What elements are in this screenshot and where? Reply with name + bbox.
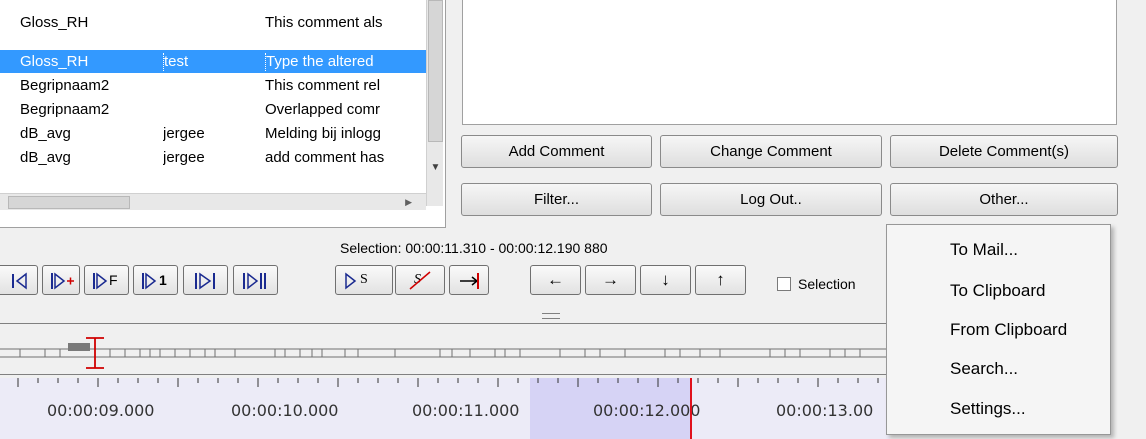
table-vertical-scrollbar[interactable]: ▼ (426, 0, 443, 206)
table-horizontal-scrollbar[interactable]: ▶ (0, 193, 426, 210)
comment-cell: Melding bij inlogg (265, 125, 381, 142)
step-back-icon (51, 272, 74, 290)
segment-track-graphic (0, 337, 890, 369)
selection-cursor-icon (86, 337, 104, 369)
table-row-selected[interactable]: Gloss_RH test Type the altered (0, 50, 426, 73)
selection-end-button[interactable] (449, 265, 489, 295)
time-ruler[interactable]: 00:00:09.000 00:00:10.000 00:00:11.000 0… (0, 378, 890, 439)
selection-time-label: Selection: 00:00:11.310 - 00:00:12.190 8… (340, 240, 608, 256)
annotator-cell: jergee (163, 149, 205, 166)
tier-cell: dB_avg (20, 149, 71, 166)
horizontal-scroll-thumb[interactable] (8, 196, 130, 209)
playhead-marker[interactable] (690, 378, 692, 439)
current-segment-block (68, 343, 90, 351)
log-out-button[interactable]: Log Out.. (660, 183, 882, 216)
comment-cell: This comment als (265, 14, 383, 31)
ruler-ticks (17, 378, 879, 387)
tier-cell: Gloss_RH (20, 14, 89, 31)
panel-edge (1124, 0, 1146, 228)
tier-cell: Begripnaam2 (20, 101, 110, 118)
clear-selection-icon (409, 271, 431, 290)
annotator-cell: test (163, 53, 259, 71)
annotator-cell: jergee (163, 125, 205, 142)
next-boundary-button[interactable] (183, 265, 228, 295)
add-comment-button[interactable]: Add Comment (461, 135, 652, 168)
comment-cell: add comment has (265, 149, 385, 166)
tier-cell: dB_avg (20, 125, 71, 142)
other-button[interactable]: Other... (890, 183, 1118, 216)
menu-item-settings[interactable]: Settings... (950, 393, 1026, 425)
scroll-down-arrow-icon[interactable]: ▼ (427, 160, 444, 176)
annotation-track[interactable] (0, 323, 890, 375)
frame-back-button[interactable]: F (84, 265, 129, 295)
play-pause-button[interactable] (233, 265, 278, 295)
comment-cell: This comment rel (265, 77, 381, 94)
clear-selection-button[interactable]: S (395, 265, 445, 295)
go-to-begin-icon (12, 272, 27, 290)
comment-text-area[interactable] (462, 0, 1117, 125)
selection-s-label: S (360, 272, 368, 287)
selection-start-button[interactable]: S (335, 265, 393, 295)
second-back-button[interactable]: 1 (133, 265, 178, 295)
vertical-scroll-thumb[interactable] (428, 0, 443, 142)
other-popup-menu: To Mail... To Clipboard From Clipboard S… (886, 224, 1111, 435)
next-boundary-icon (195, 272, 215, 290)
table-row[interactable]: Gloss_RH This comment als (0, 11, 426, 34)
tier-cell: Gloss_RH (20, 53, 89, 70)
comment-cell: Overlapped comr (265, 101, 381, 118)
selection-mode-label: Selection (798, 276, 856, 292)
tier-cell: Begripnaam2 (20, 77, 110, 94)
second-back-icon (142, 272, 157, 290)
time-label: 00:00:11.000 (412, 401, 520, 420)
second-label: 1 (159, 272, 167, 288)
table-row[interactable]: dB_avg jergee Melding bij inlogg (0, 122, 426, 145)
change-comment-button[interactable]: Change Comment (660, 135, 882, 168)
arrow-right-button[interactable]: → (585, 265, 636, 295)
time-label: 00:00:12.000 (593, 401, 701, 420)
time-label: 00:00:13.00 (776, 401, 874, 420)
filter-button[interactable]: Filter... (461, 183, 652, 216)
go-to-begin-button[interactable] (0, 265, 38, 295)
frame-back-icon (93, 272, 108, 290)
frame-label: F (109, 272, 118, 288)
menu-item-to-mail[interactable]: To Mail... (950, 234, 1018, 266)
selection-mode-checkbox[interactable] (777, 277, 791, 291)
time-label: 00:00:09.000 (47, 401, 155, 420)
comment-cell: Type the altered (265, 53, 413, 71)
menu-item-to-clipboard[interactable]: To Clipboard (950, 275, 1045, 307)
time-label: 00:00:10.000 (231, 401, 339, 420)
table-row[interactable]: Begripnaam2 Overlapped comr (0, 98, 426, 121)
comments-table[interactable]: Gloss_RH This comment als Gloss_RH test … (0, 0, 446, 228)
delete-comments-button[interactable]: Delete Comment(s) (890, 135, 1118, 168)
play-pause-icon (243, 272, 266, 290)
table-row[interactable]: dB_avg jergee add comment has (0, 146, 426, 169)
segment-markers (19, 349, 861, 357)
scroll-right-arrow-icon[interactable]: ▶ (405, 194, 412, 211)
arrow-down-button[interactable]: ↓ (640, 265, 691, 295)
menu-item-search[interactable]: Search... (950, 353, 1018, 385)
prev-frame-button[interactable] (42, 265, 80, 295)
table-row[interactable]: Begripnaam2 This comment rel (0, 74, 426, 97)
arrow-up-button[interactable]: ↑ (695, 265, 746, 295)
splitter-handle[interactable] (542, 313, 560, 319)
menu-item-from-clipboard[interactable]: From Clipboard (950, 314, 1067, 346)
arrow-left-button[interactable]: ← (530, 265, 581, 295)
go-to-selection-end-icon (460, 273, 479, 289)
